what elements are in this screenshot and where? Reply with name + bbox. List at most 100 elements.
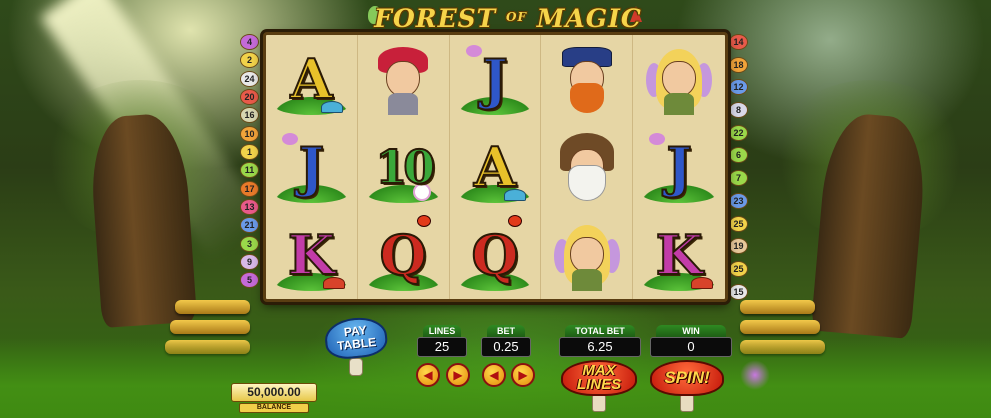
arrow-left-icon: ◀ <box>489 368 499 382</box>
pay-table-button[interactable]: PAY TABLE <box>322 314 390 376</box>
symbol-letter-K: K <box>655 223 704 287</box>
butterfly-icon <box>649 133 666 145</box>
reel-cell: J <box>450 35 542 123</box>
butterfly-icon <box>465 45 482 57</box>
lines-display: LINES 25 <box>417 325 467 357</box>
symbol-letter-J: J <box>481 47 509 111</box>
butterfly-icon <box>282 133 298 145</box>
bet-decrease-button[interactable]: ◀ <box>482 363 506 387</box>
payline-badge[interactable]: 25 <box>729 215 748 232</box>
symbol-leprechaun <box>556 43 618 115</box>
spin-button[interactable]: SPIN! <box>650 360 724 396</box>
reel-cell <box>633 35 725 123</box>
pay-table-mushroom-cap: PAY TABLE <box>323 314 389 362</box>
payline-badge[interactable]: 10 <box>240 125 259 142</box>
reel-cell: A <box>266 35 358 123</box>
flower-decoration <box>740 360 770 390</box>
symbol-letter-Q: Q <box>379 223 428 287</box>
reel-cell: Q <box>358 211 450 299</box>
win-label: WIN <box>656 325 726 337</box>
reels-frame: A J J 10 A J K Q Q K <box>263 32 728 302</box>
symbol-elf-boy <box>372 43 434 115</box>
reel-cell: K <box>266 211 358 299</box>
spin-label: SPIN! <box>664 368 710 387</box>
payline-badge[interactable]: 9 <box>240 254 259 271</box>
payline-badge[interactable]: 14 <box>729 34 748 50</box>
reel-cell: J <box>633 123 725 211</box>
paylines-left: 4 2 24 20 16 10 1 11 17 13 21 3 9 5 <box>240 34 262 289</box>
balance-label: BALANCE <box>239 403 309 413</box>
payline-badge[interactable]: 21 <box>240 217 259 234</box>
payline-badge[interactable]: 1 <box>240 144 259 161</box>
bet-value: 0.25 <box>481 337 531 357</box>
payline-badge[interactable]: 18 <box>729 56 748 73</box>
stairs-right-1 <box>740 300 815 314</box>
payline-badge[interactable]: 20 <box>240 89 259 106</box>
paylines-right: 14 18 12 8 22 6 7 23 25 19 25 15 <box>729 34 751 300</box>
symbol-letter-K: K <box>287 223 336 287</box>
arrow-right-icon: ▶ <box>518 368 528 382</box>
payline-badge[interactable]: 19 <box>729 238 748 255</box>
game-logo: FOREST OF MAGIC <box>374 4 642 33</box>
symbol-fairy <box>646 43 713 115</box>
pay-table-mushroom-stem <box>349 358 363 376</box>
payline-badge[interactable]: 23 <box>729 192 748 209</box>
max-lines-label-2: LINES <box>576 376 622 393</box>
reel-cell <box>541 123 634 211</box>
arrow-right-icon: ▶ <box>453 368 463 382</box>
payline-badge[interactable]: 6 <box>729 147 748 164</box>
max-lines-button[interactable]: MAX LINES <box>561 360 637 396</box>
stairs-right-2 <box>740 320 820 334</box>
symbol-letter-A: A <box>289 47 333 111</box>
payline-badge[interactable]: 5 <box>240 272 259 289</box>
reel-cell <box>541 35 634 123</box>
reel-cell: K <box>633 211 725 299</box>
reel-cell <box>358 35 450 123</box>
stairs-left-2 <box>170 320 250 334</box>
balance-display: 50,000.00 BALANCE <box>231 383 317 413</box>
reel-cell: J <box>266 123 358 211</box>
bet-label: BET <box>487 325 525 337</box>
symbol-letter-A: A <box>473 135 517 199</box>
symbol-letter-J: J <box>665 135 693 199</box>
total-bet-display: TOTAL BET 6.25 <box>559 325 641 357</box>
payline-badge[interactable]: 24 <box>240 70 259 87</box>
payline-badge[interactable]: 16 <box>240 107 259 124</box>
lines-label: LINES <box>423 325 461 337</box>
bet-increase-button[interactable]: ▶ <box>511 363 535 387</box>
payline-badge[interactable]: 15 <box>729 283 748 300</box>
spin-stem <box>680 394 694 412</box>
symbol-fairy <box>553 219 620 291</box>
payline-badge[interactable]: 11 <box>240 162 259 179</box>
lines-increase-button[interactable]: ▶ <box>446 363 470 387</box>
payline-badge[interactable]: 2 <box>240 52 259 69</box>
payline-badge[interactable]: 22 <box>729 124 748 141</box>
win-display: WIN 0 <box>650 325 732 357</box>
symbol-letter-10: 10 <box>374 140 436 194</box>
reel-grid: A J J 10 A J K Q Q K <box>266 35 725 299</box>
reel-cell: Q <box>450 211 542 299</box>
reel-cell <box>541 211 634 299</box>
payline-badge[interactable]: 13 <box>240 199 259 216</box>
win-value: 0 <box>650 337 732 357</box>
payline-badge[interactable]: 3 <box>240 235 259 252</box>
payline-badge[interactable]: 8 <box>729 102 748 119</box>
bet-display: BET 0.25 <box>481 325 531 357</box>
symbol-letter-J: J <box>298 135 326 199</box>
payline-badge[interactable]: 4 <box>240 34 259 50</box>
payline-badge[interactable]: 25 <box>729 260 748 277</box>
payline-badge[interactable]: 7 <box>729 170 748 187</box>
reel-cell: A <box>450 123 542 211</box>
max-lines-stem <box>592 394 606 412</box>
arrow-left-icon: ◀ <box>423 368 433 382</box>
symbol-wizard-gnome <box>556 131 618 203</box>
lines-decrease-button[interactable]: ◀ <box>416 363 440 387</box>
lines-value: 25 <box>417 337 467 357</box>
reel-cell: 10 <box>358 123 450 211</box>
pay-table-label-2: TABLE <box>336 334 377 353</box>
symbol-letter-Q: Q <box>470 223 519 287</box>
total-bet-value: 6.25 <box>559 337 641 357</box>
total-bet-label: TOTAL BET <box>565 325 635 337</box>
payline-badge[interactable]: 17 <box>240 180 259 197</box>
payline-badge[interactable]: 12 <box>729 79 748 96</box>
